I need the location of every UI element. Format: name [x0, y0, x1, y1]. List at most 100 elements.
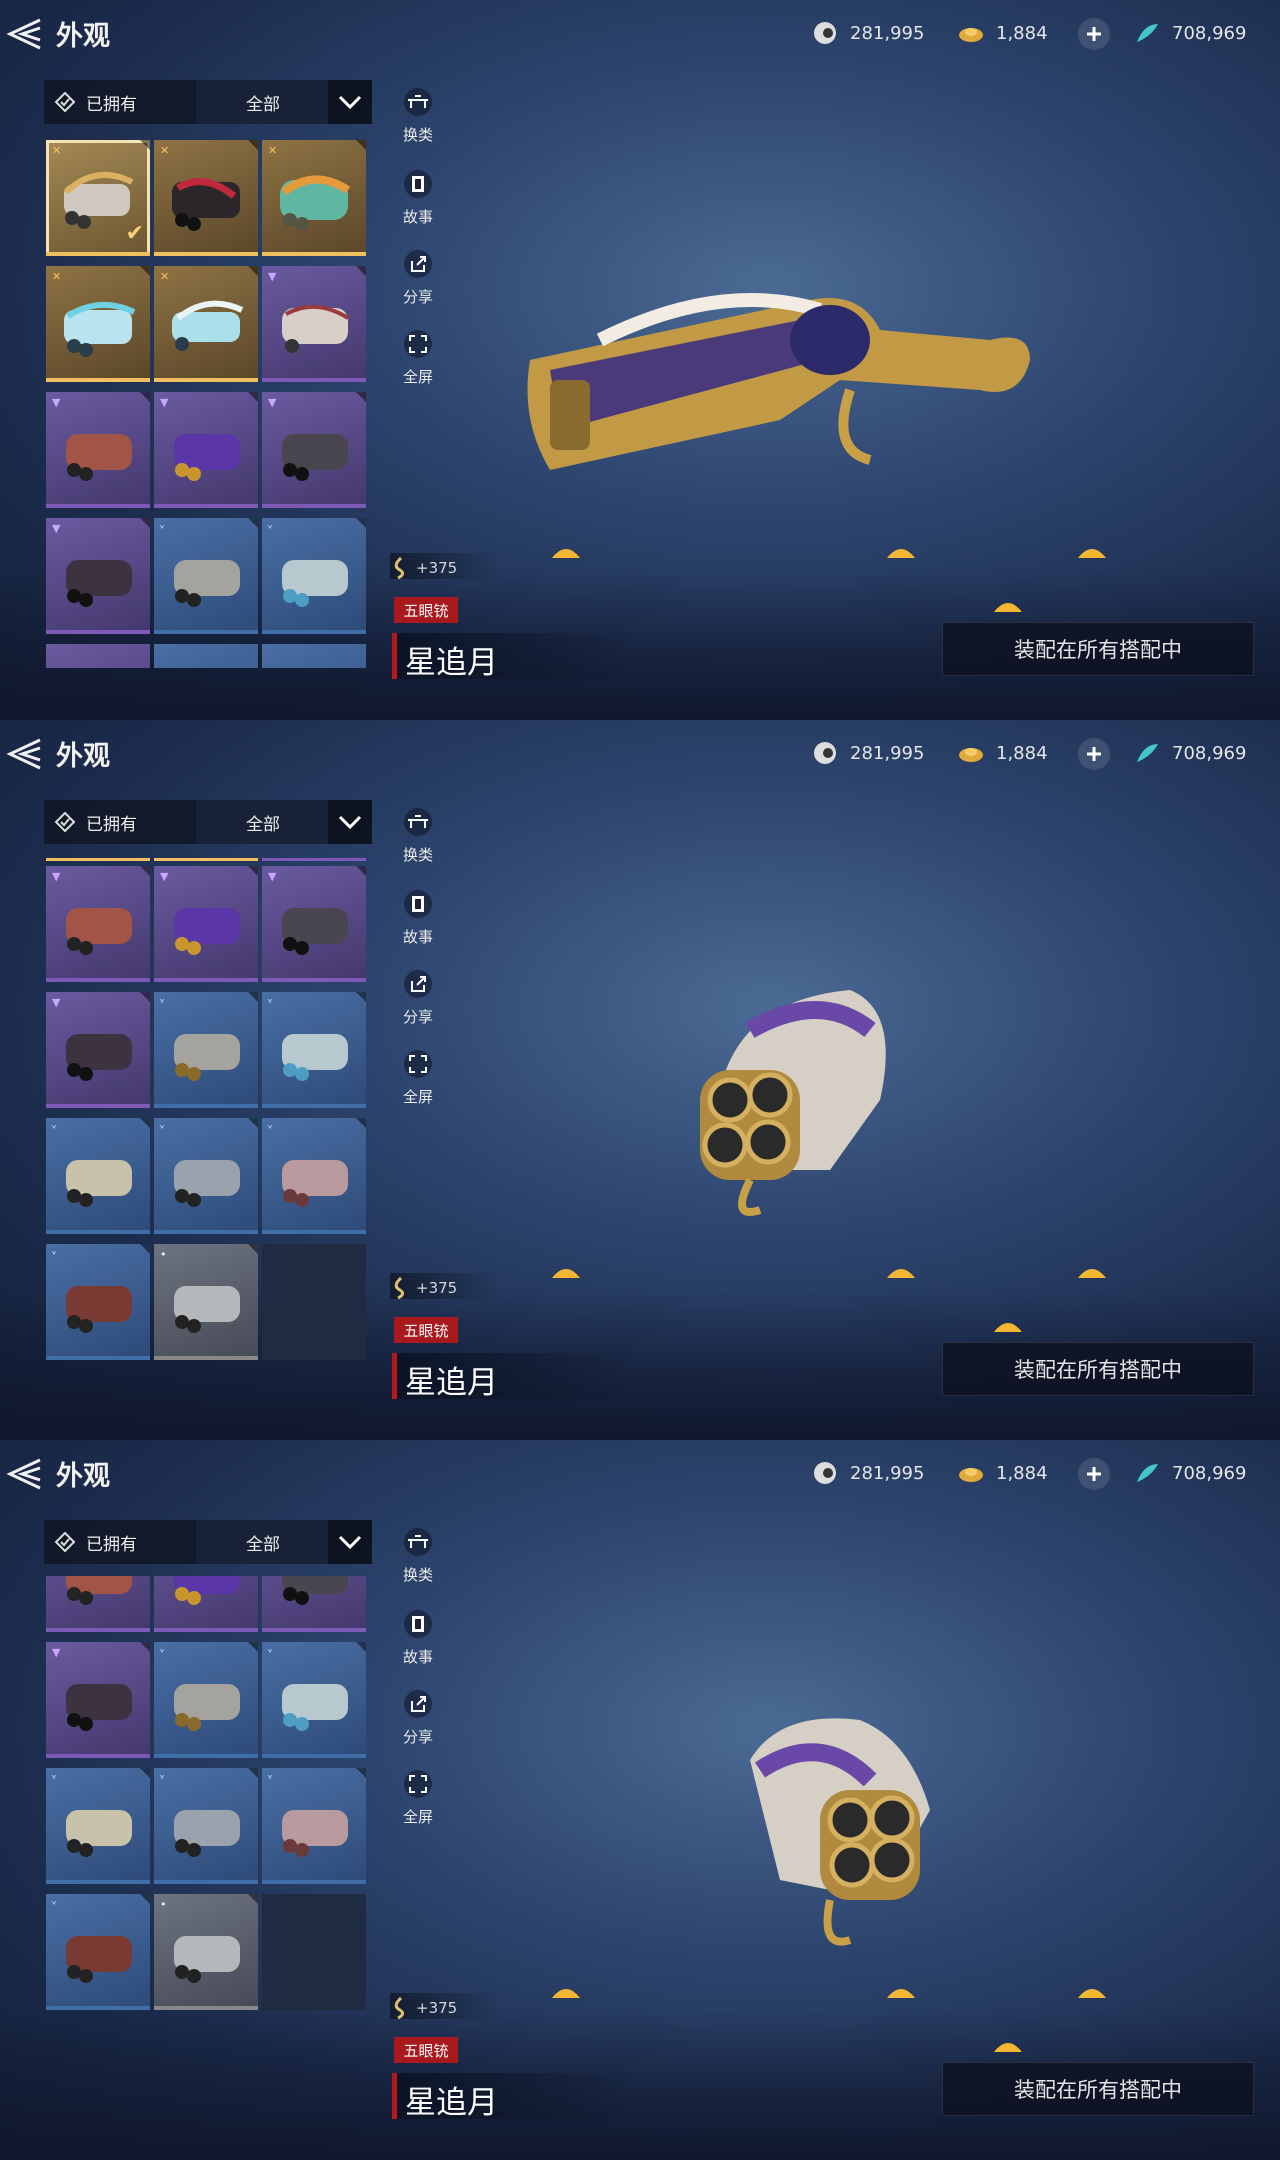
skin-tile[interactable] [46, 644, 150, 668]
weapon-thumbnail [282, 304, 350, 353]
gold-ingot-icon [958, 740, 984, 766]
skin-tile[interactable]: ▼ [262, 866, 366, 982]
share-icon [404, 970, 432, 998]
dropdown-button[interactable] [328, 80, 372, 124]
dropdown-button[interactable] [328, 1520, 372, 1564]
currency-gold: 1,884 [958, 18, 1048, 48]
currency-jade: 708,969 [1134, 1458, 1246, 1488]
skin-grid: ▼ ▼ ▼ ▼ ᵛ ᵛ ᵛ ᵛ ᵛ ᵛ • [44, 858, 370, 1360]
filter-bar: 已拥有 全部 [44, 1520, 372, 1564]
skin-tile[interactable]: ✕ ✔ [46, 140, 150, 256]
skin-tile[interactable]: ✕ [154, 140, 258, 256]
skin-tile[interactable]: ᵛ [46, 1768, 150, 1884]
skin-tile[interactable]: • [154, 1894, 258, 2010]
skin-tile[interactable]: ᵛ [46, 1118, 150, 1234]
skin-tile[interactable]: ▼ [262, 392, 366, 508]
skin-tile[interactable]: ✕ [46, 266, 150, 382]
back-button[interactable] [4, 1456, 44, 1492]
skin-tile[interactable]: ▼ [154, 392, 258, 508]
skin-tile[interactable]: ᵛ [262, 518, 366, 634]
skin-tile[interactable]: ▼ [262, 266, 366, 382]
skin-tile[interactable]: ▼ [46, 392, 150, 508]
blue-rarity-icon: ᵛ [268, 1772, 273, 1785]
swap-category-button[interactable]: 换类 [388, 88, 448, 164]
coin-swirl-icon [812, 20, 838, 46]
skin-tile[interactable]: ᵛ [262, 992, 366, 1108]
owned-filter[interactable]: 已拥有 [44, 1520, 196, 1564]
purple-rarity-icon: ▼ [52, 1646, 61, 1659]
plus-icon [1087, 1467, 1101, 1481]
skin-tile[interactable]: ᵛ [154, 1118, 258, 1234]
weapon-thumbnail [66, 1936, 132, 1983]
fullscreen-button[interactable]: 全屏 [388, 1770, 448, 1846]
purple-rarity-icon: ▼ [52, 396, 61, 409]
share-button[interactable]: 分享 [388, 970, 448, 1046]
skin-tile[interactable]: ᵛ [154, 1642, 258, 1758]
owned-filter[interactable]: 已拥有 [44, 800, 196, 844]
lotus-decoration [994, 1323, 1022, 1332]
skin-tile[interactable] [46, 1576, 150, 1632]
skin-tile[interactable]: ▼ [46, 992, 150, 1108]
skin-tile[interactable]: • [154, 1244, 258, 1360]
skin-tile[interactable] [262, 1576, 366, 1632]
swap-icon [404, 1528, 432, 1556]
weapon-type-tag: 五眼铳 [394, 1317, 458, 1343]
gold-ingot-icon [958, 20, 984, 46]
skin-tile[interactable] [154, 644, 258, 668]
story-button[interactable]: 故事 [388, 170, 448, 246]
blue-rarity-icon: ᵛ [52, 1122, 57, 1135]
dropdown-button[interactable] [328, 800, 372, 844]
white-rarity-icon: • [160, 1898, 167, 1911]
fullscreen-icon [404, 1050, 432, 1078]
fullscreen-button[interactable]: 全屏 [388, 1050, 448, 1126]
skin-tile[interactable]: ✕ [154, 266, 258, 382]
add-currency-button[interactable] [1078, 1458, 1110, 1490]
weapon-thumbnail [66, 1034, 132, 1081]
swap-category-button[interactable]: 换类 [388, 808, 448, 884]
skin-tile[interactable] [262, 644, 366, 668]
currency-jade: 708,969 [1134, 738, 1246, 768]
owned-filter[interactable]: 已拥有 [44, 80, 196, 124]
story-button[interactable]: 故事 [388, 1610, 448, 1686]
skin-tile[interactable]: ▼ [46, 518, 150, 634]
skin-tile[interactable]: ᵛ [154, 1768, 258, 1884]
power-rating: +375 [390, 1273, 500, 1300]
story-button[interactable]: 故事 [388, 890, 448, 966]
equip-all-button[interactable]: 装配在所有搭配中 [942, 2062, 1254, 2116]
equip-all-button[interactable]: 装配在所有搭配中 [942, 1342, 1254, 1396]
equip-all-button[interactable]: 装配在所有搭配中 [942, 622, 1254, 676]
skin-tile[interactable]: ✕ [262, 140, 366, 256]
skin-tile[interactable]: ▼ [46, 1642, 150, 1758]
add-currency-button[interactable] [1078, 18, 1110, 50]
skin-grid: ✕ ✔ ✕ ✕ ✕ ✕ ▼ ▼ ▼ ▼ ▼ ᵛ ᵛ [44, 138, 370, 668]
power-rating: +375 [390, 1993, 500, 2020]
skin-tile[interactable]: ᵛ [262, 1768, 366, 1884]
skin-tile[interactable]: ᵛ [262, 1642, 366, 1758]
skin-tile[interactable]: ▼ [154, 866, 258, 982]
share-button[interactable]: 分享 [388, 1690, 448, 1766]
currency-jade: 708,969 [1134, 18, 1246, 48]
blue-rarity-icon: ᵛ [160, 522, 165, 535]
skin-tile[interactable]: ᵛ [262, 1118, 366, 1234]
share-button[interactable]: 分享 [388, 250, 448, 326]
blue-rarity-icon: ᵛ [52, 1772, 57, 1785]
back-button[interactable] [4, 736, 44, 772]
share-icon [404, 250, 432, 278]
add-currency-button[interactable] [1078, 738, 1110, 770]
skin-tile[interactable]: ᵛ [46, 1244, 150, 1360]
swap-category-button[interactable]: 换类 [388, 1528, 448, 1604]
skin-tile[interactable] [154, 1576, 258, 1632]
skin-tile[interactable]: ▼ [46, 866, 150, 982]
power-icon [394, 556, 405, 580]
fullscreen-button[interactable]: 全屏 [388, 330, 448, 406]
skin-tile[interactable]: ᵛ [154, 992, 258, 1108]
back-button[interactable] [4, 16, 44, 52]
chevron-down-icon [338, 815, 362, 830]
top-bar: 外观 281,995 1,884 708,969 [0, 0, 1280, 68]
back-arrow-icon [6, 18, 41, 50]
gold-rarity-icon: ✕ [52, 270, 62, 283]
blue-rarity-icon: ᵛ [160, 1122, 165, 1135]
weapon-thumbnail [66, 1810, 132, 1857]
skin-tile[interactable]: ᵛ [154, 518, 258, 634]
skin-tile[interactable]: ᵛ [46, 1894, 150, 2010]
